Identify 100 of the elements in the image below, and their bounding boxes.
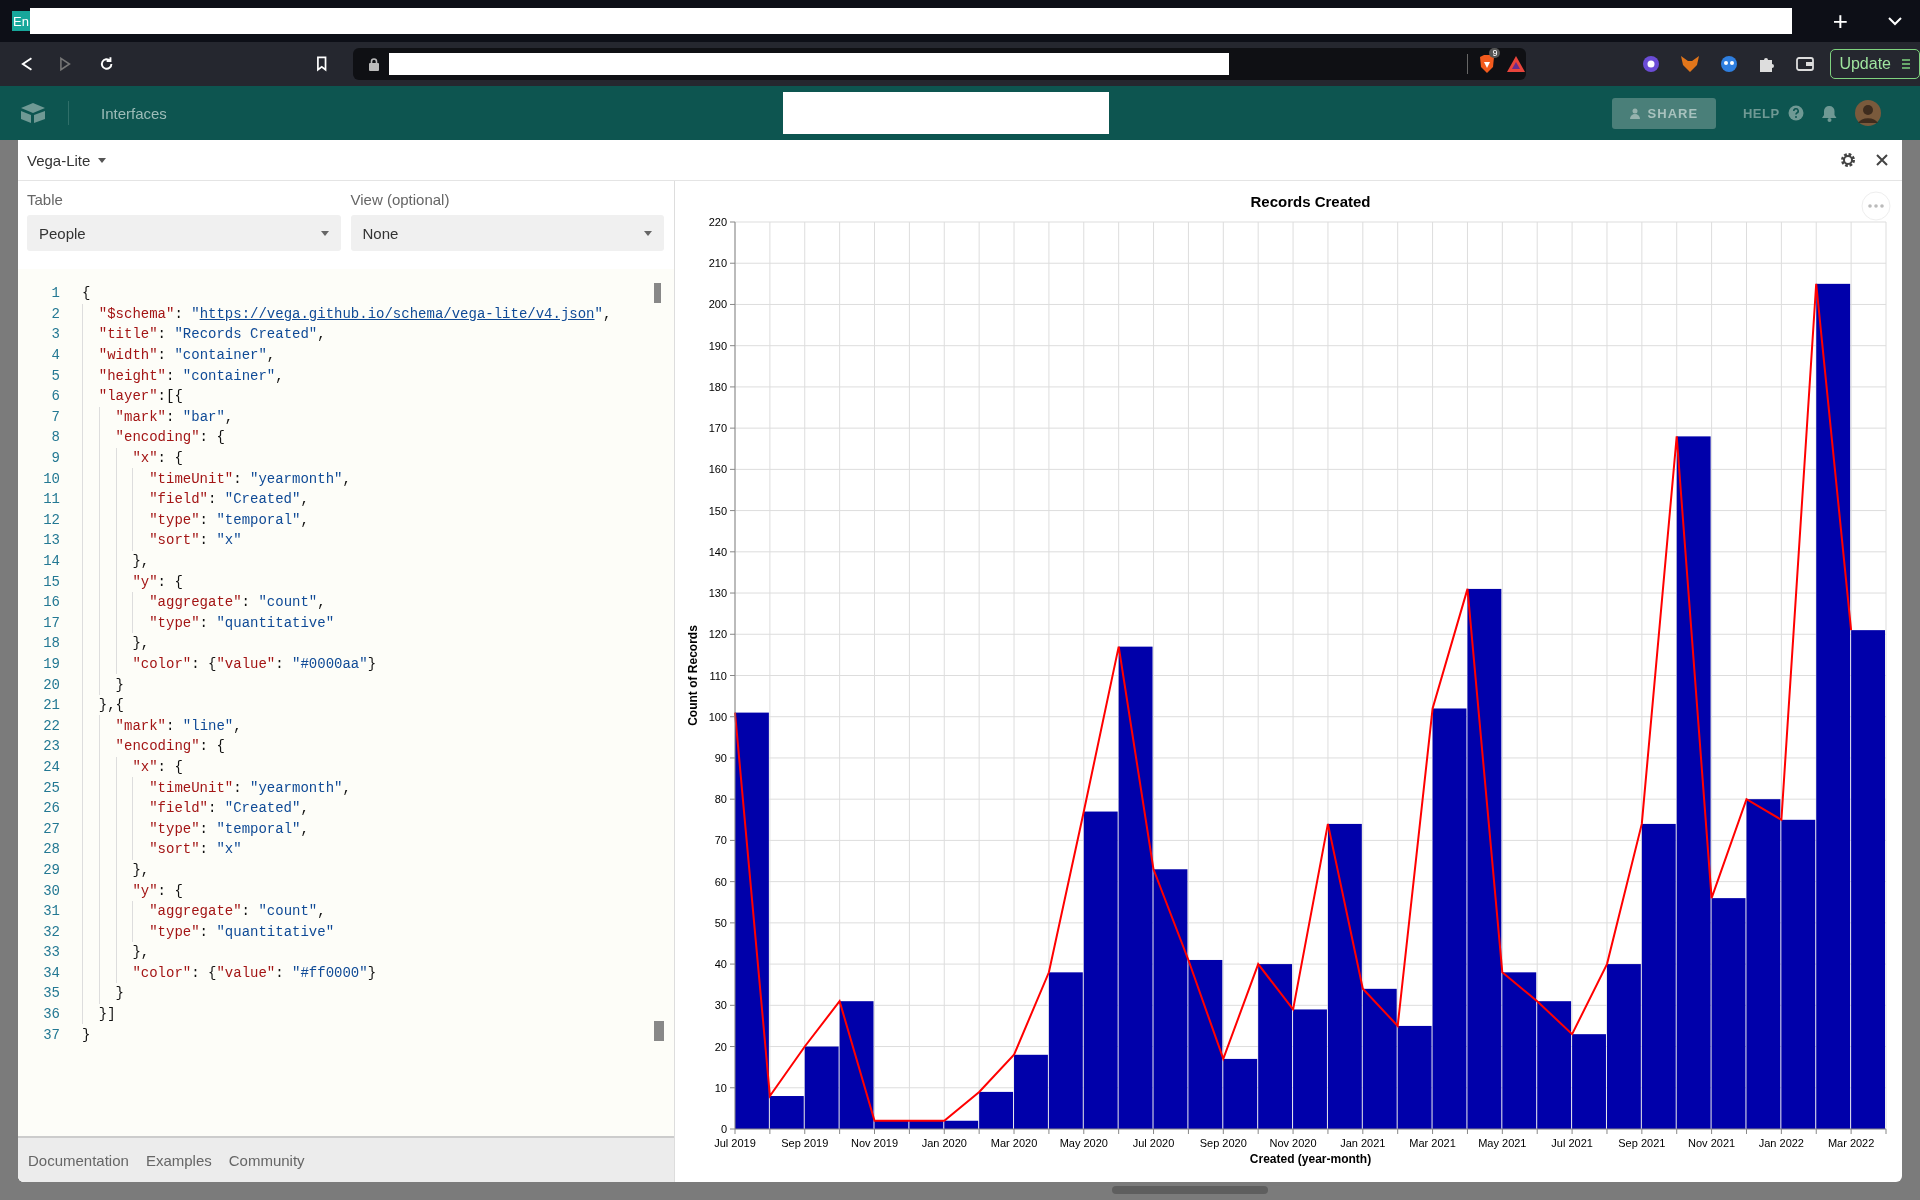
axis-label: Jan 2020 [921, 1137, 967, 1149]
code-line: "encoding": { [82, 427, 225, 448]
line-number: 10 [42, 470, 61, 487]
help-icon[interactable] [1787, 105, 1804, 121]
axis-label: Jul 2021 [1551, 1137, 1593, 1149]
line-number: 9 [50, 450, 61, 467]
table-select[interactable]: People [27, 215, 341, 251]
code-line: "aggregate": "count", [82, 900, 326, 922]
code-line: }, [82, 859, 150, 881]
line-number: 14 [42, 553, 61, 569]
update-button[interactable]: Update [1830, 49, 1920, 79]
chevron-icon[interactable] [1888, 16, 1902, 26]
line-number: 27 [42, 820, 61, 837]
code-line: "height": "container", [82, 365, 284, 386]
axis-label: 0 [720, 1123, 727, 1135]
axis-label: 120 [708, 628, 727, 641]
reload-icon[interactable] [98, 56, 114, 72]
line-number: 2 [50, 305, 61, 322]
line-number: 32 [42, 923, 61, 940]
bookmark-icon[interactable] [315, 56, 328, 72]
line-number: 23 [42, 738, 61, 755]
caret-icon[interactable] [98, 157, 107, 163]
back-icon[interactable] [20, 56, 34, 72]
code-line: }, [82, 633, 150, 654]
axis-label: Nov 2019 [850, 1137, 899, 1149]
axis-label: 90 [714, 751, 727, 764]
code-line: "type": "quantitative" [82, 612, 335, 634]
fox-icon[interactable] [1680, 55, 1701, 73]
extension-icon[interactable] [1720, 55, 1739, 73]
code-line: "width": "container", [82, 344, 276, 366]
line-number: 17 [42, 614, 61, 631]
line-number: 36 [42, 1006, 61, 1023]
line-number: 31 [42, 903, 61, 920]
axis-label: 60 [714, 875, 727, 888]
axis-label: 50 [714, 916, 727, 929]
line-number: 19 [42, 656, 61, 672]
triangle-icon[interactable] [1506, 55, 1527, 73]
bell-icon[interactable] [1821, 104, 1837, 122]
axis-label: Jul 2020 [1132, 1137, 1175, 1149]
close-icon[interactable] [1876, 154, 1888, 166]
footer-link[interactable]: Documentation [28, 1151, 129, 1169]
line-number: 16 [42, 594, 61, 611]
line-number: 33 [42, 944, 61, 961]
axis-label: 130 [708, 587, 727, 600]
code-line: "sort": "x" [82, 839, 242, 860]
line-number: 21 [42, 697, 61, 714]
code-line: }, [82, 942, 150, 963]
code-line: "$schema": "https://vega.github.io/schema/vega-lite/v4.json", [82, 303, 612, 325]
code-line: "title": "Records Created", [82, 324, 326, 345]
panel-title-dropdown[interactable]: Vega-Lite [27, 151, 91, 169]
section-title[interactable]: Interfaces [101, 104, 167, 122]
code-line: }] [82, 1003, 116, 1025]
code-line: "field": "Created", [82, 488, 309, 510]
new-tab-button[interactable]: + [1832, 5, 1848, 37]
scrollbar-thumb[interactable] [654, 283, 661, 303]
horizontal-scrollbar-thumb[interactable] [1112, 1186, 1268, 1194]
code-line: "type": "quantitative" [82, 921, 335, 942]
axis-label: 30 [714, 999, 727, 1012]
lion-shield-icon[interactable] [1478, 54, 1497, 74]
axis-label: Jan 2022 [1758, 1137, 1804, 1149]
forward-icon[interactable] [59, 56, 73, 72]
x-axis-title: Created (year-month) [1249, 1152, 1372, 1166]
line-number: 37 [42, 1026, 61, 1043]
line-number: 13 [42, 532, 61, 549]
axis-label: 150 [708, 504, 727, 517]
code-line: },{ [82, 694, 124, 716]
line-number: 12 [42, 511, 61, 528]
schema-link[interactable]: https://vega.github.io/schema/vega-lite/v4.json [199, 305, 595, 322]
address-bar[interactable]: 9 [353, 48, 1527, 80]
wallet-icon[interactable] [1796, 56, 1815, 72]
axis-label: Jul 2019 [714, 1137, 756, 1149]
person-icon [1629, 107, 1642, 119]
line-number: 15 [42, 573, 61, 590]
axis-label: Sep 2020 [1199, 1137, 1247, 1149]
axis-label: 20 [714, 1040, 727, 1053]
axis-label: Mar 2021 [1409, 1137, 1456, 1149]
logo-icon[interactable] [20, 102, 46, 124]
code-line: "type": "temporal", [82, 818, 309, 840]
line-number: 20 [42, 676, 61, 693]
footer-link[interactable]: Community [228, 1151, 305, 1169]
line-number: 29 [42, 861, 61, 878]
settings-icon[interactable] [1840, 152, 1856, 168]
axis-label: 170 [708, 422, 727, 435]
axis-label: 200 [708, 298, 727, 311]
extension-icon[interactable] [1642, 55, 1661, 73]
code-line: "mark": "line", [82, 715, 242, 737]
axis-label: 140 [708, 545, 727, 558]
scrollbar-marker [654, 1021, 664, 1041]
axis-label: May 2020 [1059, 1137, 1108, 1149]
line-number: 8 [50, 429, 61, 446]
view-select[interactable]: None [350, 215, 664, 251]
axis-label: Sep 2019 [781, 1137, 829, 1149]
code-line: "layer":[{ [82, 385, 183, 407]
field-label: Table [27, 191, 64, 208]
code-line: } [82, 983, 124, 1004]
code-line: "mark": "bar", [82, 406, 234, 428]
line-number: 5 [50, 367, 61, 384]
footer-link[interactable]: Examples [145, 1151, 212, 1169]
puzzle-icon[interactable] [1758, 55, 1777, 73]
line-number: 24 [42, 758, 61, 775]
